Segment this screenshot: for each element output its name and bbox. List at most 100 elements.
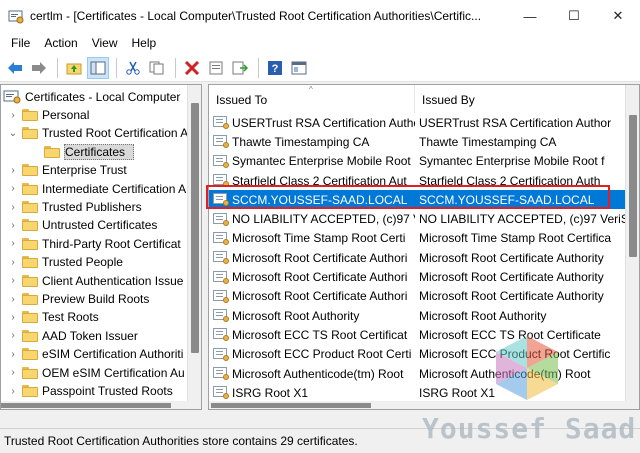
- issued-to-cell: Microsoft ECC Product Root Certi: [209, 347, 415, 361]
- tree-hscroll-thumb[interactable]: [1, 403, 171, 408]
- tree-item[interactable]: › Enterprise Trust: [7, 161, 126, 179]
- export-list-icon[interactable]: [229, 57, 251, 79]
- issued-to-cell: Symantec Enterprise Mobile Root: [209, 154, 415, 168]
- expand-chevron-icon[interactable]: ›: [7, 275, 19, 286]
- back-arrow-icon[interactable]: [4, 57, 26, 79]
- certificate-icon: [213, 135, 229, 149]
- folder-icon: [22, 109, 38, 121]
- certificate-row[interactable]: Microsoft Root Certificate Authori Micros…: [209, 267, 627, 286]
- tree-item-label: Personal: [42, 108, 90, 122]
- expand-chevron-icon[interactable]: ›: [7, 367, 19, 378]
- menu-file[interactable]: File: [4, 36, 37, 50]
- minimize-button[interactable]: —: [508, 0, 552, 32]
- tree-pane[interactable]: Certificates - Local Computer › Personal ⌄…: [0, 84, 202, 410]
- issued-to-cell: USERTrust RSA Certification Authori: [209, 116, 415, 130]
- expand-chevron-icon[interactable]: ›: [7, 183, 19, 194]
- certificate-row[interactable]: Symantec Enterprise Mobile Root Symantec …: [209, 152, 627, 171]
- expand-chevron-icon[interactable]: ›: [7, 220, 19, 231]
- tree-item[interactable]: › Third-Party Root Certificat: [7, 235, 180, 253]
- menu-help[interactable]: Help: [125, 36, 164, 50]
- tree-item-label: OEM eSIM Certification Au: [42, 365, 185, 380]
- certificate-row[interactable]: NO LIABILITY ACCEPTED, (c)97 Ve NO LIABIL…: [209, 210, 627, 229]
- expand-chevron-icon[interactable]: ›: [7, 165, 19, 176]
- expand-chevron-icon[interactable]: ›: [7, 386, 19, 397]
- tree-item[interactable]: › Intermediate Certification A: [7, 180, 186, 198]
- list-hscroll-thumb[interactable]: [211, 403, 371, 408]
- issued-to-cell: Microsoft Root Authority: [209, 309, 415, 323]
- highlight-box: [206, 185, 610, 209]
- toolbar-separator: [175, 57, 176, 78]
- close-button[interactable]: ✕: [596, 0, 640, 32]
- tree-item[interactable]: › Trusted Publishers: [7, 198, 141, 216]
- tree-item[interactable]: ⌄ Trusted Root Certification A: [7, 124, 189, 142]
- folder-icon: [22, 164, 38, 177]
- issued-to-cell: Microsoft Root Certificate Authori: [209, 270, 415, 284]
- expand-chevron-icon[interactable]: ›: [7, 110, 19, 121]
- issued-to-text: Microsoft Root Certificate Authori: [232, 289, 408, 304]
- issued-by-cell: USERTrust RSA Certification Author: [419, 115, 612, 130]
- list-horizontal-scrollbar[interactable]: [209, 401, 639, 409]
- issued-to-cell: Thawte Timestamping CA: [209, 135, 415, 149]
- watermark-text: Youssef Saad: [422, 412, 637, 445]
- tree-item[interactable]: › Personal: [7, 106, 89, 124]
- expand-chevron-icon[interactable]: ›: [7, 349, 19, 360]
- tree-item[interactable]: › Passpoint Trusted Roots: [7, 382, 172, 400]
- issued-to-text: Thawte Timestamping CA: [232, 134, 370, 149]
- certificate-icon: [213, 231, 229, 245]
- tree-item[interactable]: › Test Roots: [7, 308, 98, 326]
- issued-by-cell: Microsoft Root Certificate Authority: [419, 250, 604, 265]
- column-issued-to[interactable]: ^ Issued To: [209, 85, 415, 113]
- computer-certificates-icon: [3, 90, 21, 104]
- column-issued-to-label: Issued To: [216, 93, 268, 107]
- help-icon[interactable]: ?: [264, 57, 286, 79]
- tree-item[interactable]: › Trusted People: [7, 253, 123, 271]
- certificate-icon: [213, 328, 229, 342]
- certificate-row[interactable]: Microsoft Root Authority Microsoft Root A…: [209, 306, 627, 325]
- tree-item[interactable]: › AAD Token Issuer: [7, 327, 138, 345]
- tree-item[interactable]: › Preview Build Roots: [7, 290, 149, 308]
- issued-to-cell: Microsoft Root Certificate Authori: [209, 251, 415, 265]
- properties-icon[interactable]: [205, 57, 227, 79]
- menu-view[interactable]: View: [85, 36, 125, 50]
- tree-item-label: Client Authentication Issue: [42, 273, 184, 288]
- tree-item[interactable]: Certificates: [29, 143, 135, 161]
- tree-item[interactable]: › OEM eSIM Certification Au: [7, 364, 185, 382]
- tree-item[interactable]: › Client Authentication Issue: [7, 272, 183, 290]
- console-icon[interactable]: [288, 57, 310, 79]
- column-issued-by-label: Issued By: [422, 93, 475, 107]
- collapse-chevron-icon[interactable]: ⌄: [7, 128, 19, 139]
- cut-icon[interactable]: [122, 57, 144, 79]
- tree-root[interactable]: Certificates - Local Computer: [3, 88, 180, 106]
- expand-chevron-icon[interactable]: ›: [7, 294, 19, 305]
- tree-scroll-thumb[interactable]: [191, 103, 199, 353]
- tree-vertical-scrollbar[interactable]: [187, 85, 201, 409]
- delete-icon[interactable]: [181, 57, 203, 79]
- tree-item[interactable]: › Untrusted Certificates: [7, 216, 157, 234]
- tree-horizontal-scrollbar[interactable]: [1, 401, 201, 409]
- copy-icon[interactable]: [146, 57, 168, 79]
- certificate-row[interactable]: USERTrust RSA Certification Authori USERT…: [209, 113, 627, 132]
- expand-chevron-icon[interactable]: ›: [7, 202, 19, 213]
- list-vertical-scrollbar[interactable]: [625, 85, 639, 409]
- certificate-list-pane[interactable]: ^ Issued To Issued By USERTrust RSA Cert…: [208, 84, 640, 410]
- certificate-icon: [213, 251, 229, 265]
- expand-chevron-icon[interactable]: ›: [7, 238, 19, 249]
- expand-chevron-icon[interactable]: ›: [7, 257, 19, 268]
- list-scroll-thumb[interactable]: [629, 115, 637, 257]
- forward-arrow-icon[interactable]: [28, 57, 50, 79]
- certificate-row[interactable]: Thawte Timestamping CA Thawte Timestampin…: [209, 132, 627, 151]
- issued-to-text: Microsoft Authenticode(tm) Root: [232, 366, 404, 381]
- tree-item[interactable]: › eSIM Certification Authoriti: [7, 345, 183, 363]
- expand-chevron-icon[interactable]: ›: [7, 312, 19, 323]
- column-issued-by[interactable]: Issued By: [415, 85, 627, 113]
- certificate-row[interactable]: Microsoft Root Certificate Authori Micros…: [209, 248, 627, 267]
- certificate-row[interactable]: Microsoft Time Stamp Root Certi Microsoft…: [209, 229, 627, 248]
- show-hide-tree-icon[interactable]: [87, 56, 109, 79]
- issued-to-cell: Microsoft Root Certificate Authori: [209, 289, 415, 303]
- expand-chevron-icon[interactable]: ›: [7, 330, 19, 341]
- certificate-row[interactable]: Microsoft Root Certificate Authori Micros…: [209, 287, 627, 306]
- tree-item-label: AAD Token Issuer: [42, 328, 138, 343]
- up-folder-icon[interactable]: [63, 57, 85, 79]
- menu-action[interactable]: Action: [37, 36, 84, 50]
- maximize-button[interactable]: ☐: [552, 0, 596, 32]
